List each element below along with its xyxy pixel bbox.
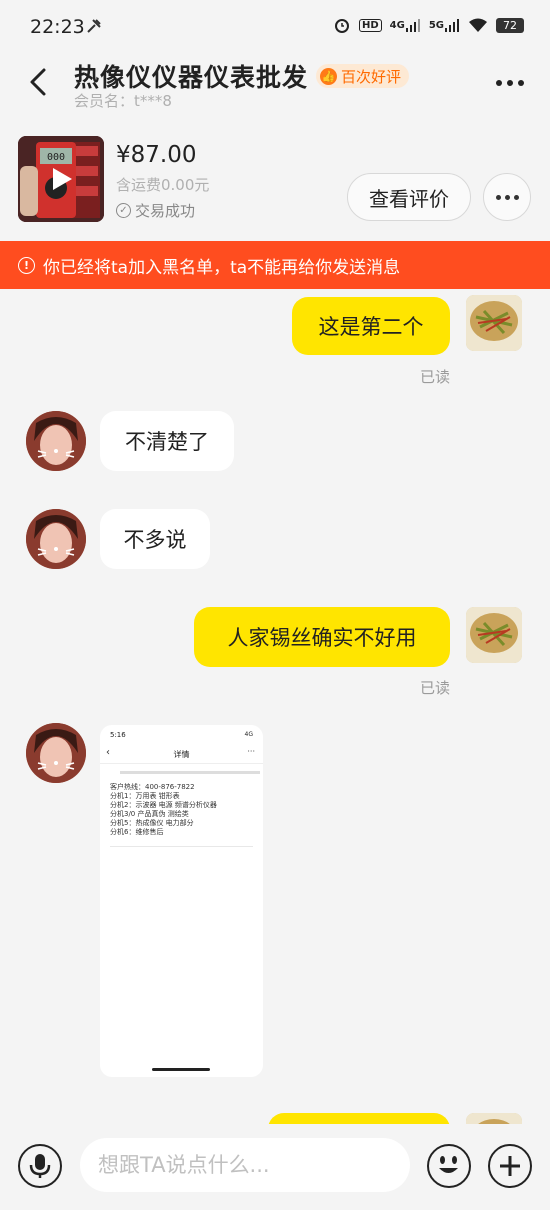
shot-time: 5:16: [110, 731, 126, 739]
add-attachment-button[interactable]: [488, 1144, 532, 1188]
message-bubble-contact[interactable]: 不多说: [100, 509, 210, 569]
chevron-left-icon: [30, 68, 46, 96]
view-review-button[interactable]: 查看评价: [347, 173, 471, 221]
badge-label: 百次好评: [341, 67, 402, 86]
shot-more-icon: ···: [247, 747, 255, 756]
status-time: 22:23: [30, 16, 85, 38]
message-bubble-self-partial[interactable]: [268, 1113, 450, 1124]
net-label-4g: 4G: [389, 19, 405, 31]
hd-icon: HD: [358, 18, 382, 32]
tools-icon: [86, 18, 102, 39]
signal-icon: 4G: [390, 18, 421, 32]
home-indicator: [152, 1068, 210, 1071]
status-icons: HD 4G 5G 72: [333, 16, 524, 34]
smiley-icon: [439, 1156, 458, 1173]
microphone-icon: [29, 1154, 51, 1178]
shot-contact-lines: 客户热线：400-876-7822 分机1：万用表 钳形表 分机2：示波器 电源…: [110, 783, 217, 837]
shipping-fee: 含运费0.00元: [116, 176, 210, 194]
check-circle-icon: ✓: [116, 203, 131, 218]
message-bubble-self[interactable]: 人家锡丝确实不好用: [194, 607, 450, 667]
image-message[interactable]: 5:16 4G ‹ 详情 ··· 客户热线：400-876-7822 分机1：万…: [100, 725, 263, 1077]
contact-avatar[interactable]: [26, 723, 86, 783]
read-receipt: 已读: [420, 368, 451, 386]
self-avatar[interactable]: [466, 607, 522, 663]
back-button[interactable]: [22, 62, 56, 102]
blacklist-text: 你已经将ta加入黑名单，ta不能再给你发送消息: [43, 257, 401, 278]
rating-badge: 👍 百次好评: [316, 64, 410, 88]
wifi-icon: [468, 17, 488, 33]
divider: [110, 846, 253, 847]
svg-text:000: 000: [47, 152, 65, 163]
emoji-button[interactable]: [427, 1144, 471, 1188]
battery-icon: 72: [496, 17, 524, 33]
shot-title: 详情: [173, 750, 190, 759]
voice-button[interactable]: [18, 1144, 62, 1188]
shot-net: 4G: [244, 731, 253, 738]
shot-line: 客户热线：400-876-7822: [110, 783, 195, 791]
food-avatar-image: [466, 607, 522, 663]
dot-icon: [513, 194, 519, 200]
product-thumbnail[interactable]: 000: [18, 136, 104, 222]
more-options-button[interactable]: [492, 70, 528, 96]
contact-avatar[interactable]: [26, 509, 86, 569]
status-bar: 22:23 HD 4G 5G 72: [0, 0, 550, 56]
dot-icon: [495, 194, 501, 200]
deal-status-label: 交易成功: [135, 202, 196, 220]
blacklist-banner: ! 你已经将ta加入黑名单，ta不能再给你发送消息: [0, 241, 550, 289]
message-bubble-contact[interactable]: 不清楚了: [100, 411, 234, 471]
alarm-icon: [333, 16, 351, 34]
divider: [100, 763, 263, 764]
food-avatar-image: [466, 1113, 522, 1124]
chat-area[interactable]: 这是第二个 已读 不清楚了 不多说 人家锡丝确实不好用 已读 5:16 4G ‹…: [0, 289, 550, 1124]
chat-header: 热像仪仪器仪表批发 👍 百次好评 会员名：t***8: [0, 56, 550, 116]
alert-circle-icon: !: [18, 256, 35, 274]
person-avatar-image: [26, 509, 86, 569]
shop-title[interactable]: 热像仪仪器仪表批发: [74, 58, 308, 94]
shot-line: 分机6：维修售后: [110, 828, 164, 836]
shot-line: 分机3/0 产品真伪 测绘类: [110, 810, 189, 818]
input-bar: [0, 1124, 550, 1210]
dot-icon: [518, 80, 524, 86]
shot-line: 分机1：万用表 钳形表: [110, 792, 180, 800]
dot-icon: [507, 80, 513, 86]
person-avatar-image: [26, 411, 86, 471]
message-input[interactable]: [80, 1138, 410, 1192]
contact-avatar[interactable]: [26, 411, 86, 471]
self-avatar[interactable]: [466, 1113, 522, 1124]
order-card: 000 ¥87.00 含运费0.00元 ✓ 交易成功 查看评价: [0, 128, 550, 238]
self-avatar[interactable]: [466, 295, 522, 351]
dot-icon: [496, 80, 502, 86]
read-receipt: 已读: [420, 679, 451, 697]
person-avatar-image: [26, 723, 86, 783]
member-name: 会员名：t***8: [74, 92, 172, 110]
shot-line: 分机5：热成像仪 电力部分: [110, 819, 194, 827]
play-icon: [53, 168, 72, 190]
product-price: ¥87.00: [116, 142, 197, 168]
deal-status: ✓ 交易成功: [116, 200, 195, 221]
order-more-button[interactable]: [483, 173, 531, 221]
blurred-text: [120, 771, 260, 774]
dot-icon: [504, 194, 510, 200]
shot-line: 分机2：示波器 电源 频谱分析仪器: [110, 801, 217, 809]
thumb-up-icon: 👍: [320, 67, 337, 85]
food-avatar-image: [466, 295, 522, 351]
message-bubble-self[interactable]: 这是第二个: [292, 297, 450, 355]
plus-icon: [500, 1156, 520, 1176]
signal-icon-2: 5G: [429, 18, 460, 32]
net-label-5g: 5G: [428, 19, 444, 31]
